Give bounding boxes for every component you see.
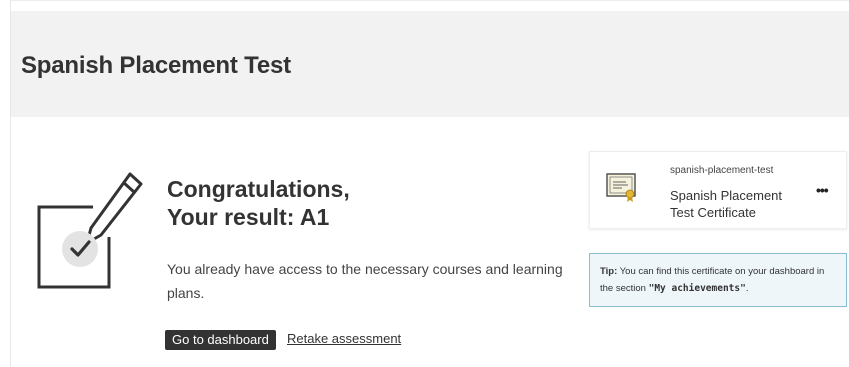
result-description: You already have access to the necessary… (167, 261, 563, 301)
tip-box: Tip: You can find this certificate on yo… (589, 253, 847, 307)
certificate-slug: spanish-placement-test (670, 165, 774, 176)
certificate-icon (606, 173, 636, 202)
go-to-dashboard-button[interactable]: Go to dashboard (165, 330, 276, 350)
certificate-edit-icon (37, 172, 143, 289)
result-line-score: Your result: A1 (167, 204, 330, 230)
page-title: Spanish Placement Test (21, 52, 291, 79)
certificate-name: Spanish Placement Test Certificate (670, 188, 783, 220)
page-header: Spanish Placement Test (11, 11, 849, 117)
retake-assessment-link[interactable]: Retake assessment (287, 331, 401, 346)
tip-section-name: "My achievements" (648, 283, 746, 294)
certificate-card[interactable]: spanish-placement-test Spanish Placement… (589, 151, 847, 229)
more-options-icon[interactable]: ••• (816, 182, 829, 198)
assessment-result-page: Spanish Placement Test Congratulations, … (10, 0, 849, 367)
result-heading: Congratulations, Your result: A1 (167, 175, 350, 231)
tip-suffix: . (745, 283, 749, 294)
result-line-congratulations: Congratulations, (167, 176, 350, 202)
tip-label: Tip: (600, 266, 618, 277)
